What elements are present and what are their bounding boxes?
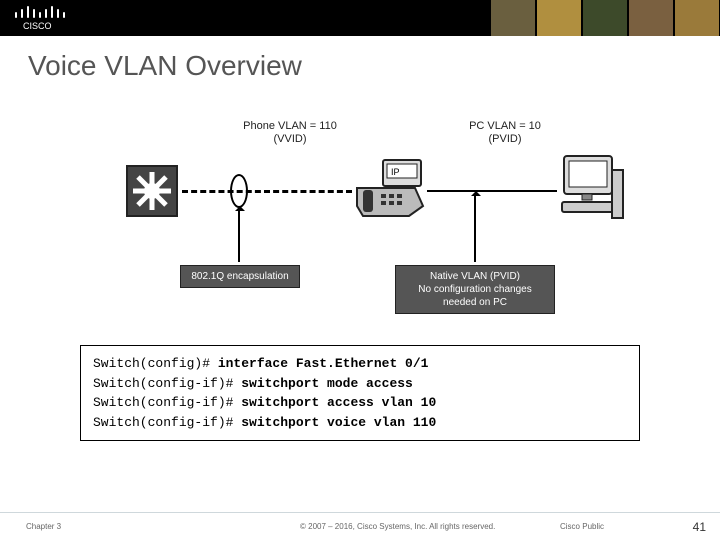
cli-cmd-3: switchport access vlan 10 [241,395,436,410]
pc-vlan-label: PC VLAN = 10 (PVID) [445,120,565,146]
callout-native-l3: needed on PC [443,297,507,308]
pc-vlan-text: PC VLAN = 10 [469,120,541,132]
callout-native-l2: No configuration changes [418,284,531,295]
footer-copyright: © 2007 – 2016, Cisco Systems, Inc. All r… [300,522,495,531]
cisco-logo: CISCO [10,3,70,31]
arrow-encap [238,210,240,262]
phone-vlan-label: Phone VLAN = 110 (VVID) [225,120,355,146]
cli-prompt-1: Switch(config)# [93,356,218,371]
cli-config-box: Switch(config)# interface Fast.Ethernet … [80,345,640,441]
callout-native-vlan: Native VLAN (PVID) No configuration chan… [395,265,555,314]
cisco-logo-text: CISCO [23,21,52,31]
cli-cmd-2: switchport mode access [241,376,413,391]
vlan-diagram: Phone VLAN = 110 (VVID) PC VLAN = 10 (PV… [90,120,630,330]
ip-phone-icon: IP [355,158,425,218]
access-link [427,190,557,192]
cli-prompt-2: Switch(config-if)# [93,376,241,391]
footer-chapter: Chapter 3 [26,522,61,531]
cli-cmd-1: interface Fast.Ethernet 0/1 [218,356,429,371]
callout-encapsulation: 802.1Q encapsulation [180,265,300,288]
banner-photo [490,0,720,36]
footer-public: Cisco Public [560,522,604,531]
pc-icon [560,152,625,222]
phone-vlan-text: Phone VLAN = 110 [243,120,337,132]
svg-text:IP: IP [391,167,400,177]
callout-encap-text: 802.1Q encapsulation [191,271,288,282]
callout-native-l1: Native VLAN (PVID) [430,271,520,282]
trunk-link [182,190,352,193]
page-title: Voice VLAN Overview [0,36,720,82]
footer: Chapter 3 © 2007 – 2016, Cisco Systems, … [0,512,720,540]
phone-vlan-sub: (VVID) [274,133,307,145]
cli-prompt-3: Switch(config-if)# [93,395,241,410]
top-bar: CISCO [0,0,720,36]
pc-vlan-sub: (PVID) [489,133,522,145]
cli-cmd-4: switchport voice vlan 110 [241,415,436,430]
page-number: 41 [693,520,706,534]
arrow-native [474,195,476,262]
cli-prompt-4: Switch(config-if)# [93,415,241,430]
switch-icon [125,164,179,218]
